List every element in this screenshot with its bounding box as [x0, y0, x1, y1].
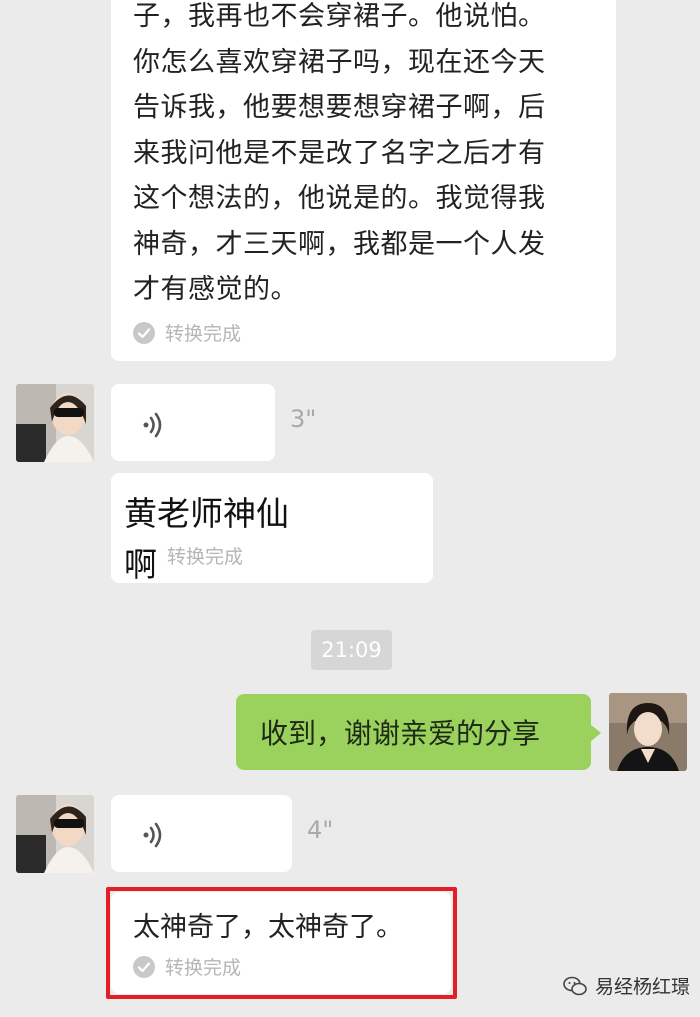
converted-message-text: 子，我再也不会穿裙子。他说怕。 你怎么喜欢穿裙子吗，现在还今天 告诉我，他要想要…	[133, 1, 546, 305]
voice-icon	[143, 412, 162, 438]
conversion-status-row: 转换完成	[167, 542, 243, 569]
sent-bubble-tail	[590, 724, 601, 742]
highlight-annotation-box	[106, 887, 457, 999]
voice-duration: 3"	[290, 405, 317, 433]
sent-message-bubble[interactable]: 收到，谢谢亲爱的分享	[236, 694, 591, 770]
converted-message-line-2: 啊	[124, 545, 157, 584]
voice-duration: 4"	[307, 816, 334, 844]
watermark: 易经杨红璟	[563, 972, 690, 999]
contact-avatar[interactable]	[16, 384, 94, 462]
self-avatar[interactable]	[609, 693, 687, 771]
conversion-status-label: 转换完成	[167, 546, 244, 568]
contact-avatar[interactable]	[16, 795, 94, 873]
conversion-status-label: 转换完成	[165, 323, 242, 345]
watermark-text: 易经杨红璟	[595, 976, 691, 998]
voice-icon	[143, 822, 162, 848]
converted-message-line-1: 黄老师神仙	[124, 494, 289, 533]
timestamp-badge: 21:09	[311, 630, 392, 670]
sent-message-text: 收到，谢谢亲爱的分享	[260, 717, 541, 750]
wechat-logo-icon	[563, 976, 587, 995]
conversion-status-row: 转换完成	[133, 319, 241, 346]
check-icon	[133, 321, 155, 344]
voice-message-bubble[interactable]	[111, 384, 275, 461]
